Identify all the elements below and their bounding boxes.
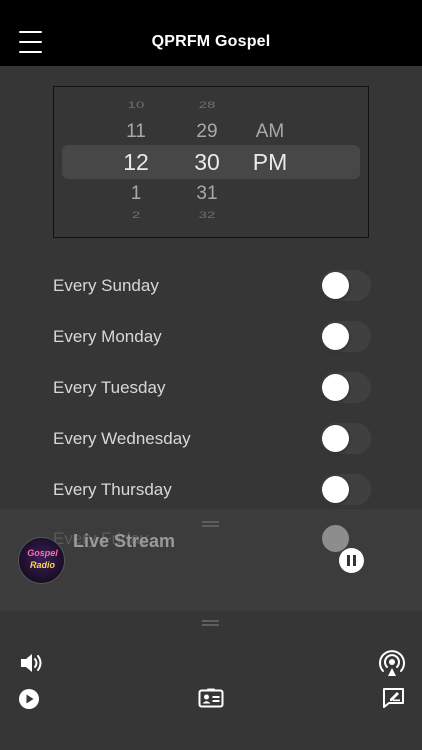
pause-icon[interactable] [339, 548, 364, 573]
minute-option[interactable]: 29 [177, 121, 237, 143]
volume-icon[interactable] [19, 652, 45, 674]
station-logo: Gospel Radio [18, 537, 65, 584]
day-label: Every Thursday [53, 480, 172, 499]
bottom-bar [0, 611, 422, 750]
minute-option[interactable]: 32 [177, 210, 237, 220]
mini-player[interactable]: Every Friday Gospel Radio Live Stream [0, 509, 422, 611]
friday-toggle[interactable] [322, 525, 349, 552]
day-row-wednesday: Every Wednesday [53, 421, 371, 455]
minute-option[interactable]: 31 [177, 183, 237, 205]
minute-selected[interactable]: 30 [177, 149, 237, 176]
wednesday-toggle[interactable] [320, 423, 371, 454]
period-selected[interactable]: PM [240, 149, 300, 176]
hour-option[interactable]: 10 [106, 100, 166, 110]
minute-option[interactable]: 28 [177, 100, 237, 110]
app-screen: QPRFM Gospel 10 11 12 1 2 28 29 30 31 32… [0, 0, 422, 750]
drag-handle-icon[interactable] [202, 521, 219, 527]
day-label: Every Tuesday [53, 378, 166, 397]
thursday-toggle[interactable] [320, 474, 371, 505]
monday-toggle[interactable] [320, 321, 371, 352]
time-picker[interactable]: 10 11 12 1 2 28 29 30 31 32 AM PM [53, 86, 369, 238]
day-row-monday: Every Monday [53, 319, 371, 353]
hour-option[interactable]: 2 [106, 210, 166, 220]
logo-text-line2: Radio [29, 560, 55, 570]
day-label: Every Sunday [53, 276, 159, 295]
stream-title: Live Stream [73, 531, 176, 551]
day-row-sunday: Every Sunday [53, 268, 371, 302]
sunday-toggle[interactable] [320, 270, 371, 301]
feedback-icon[interactable] [382, 687, 405, 709]
day-row-thursday: Every Thursday [53, 472, 371, 506]
hour-option[interactable]: 11 [106, 121, 166, 143]
period-option[interactable]: AM [240, 121, 300, 143]
drag-handle-icon[interactable] [202, 620, 219, 626]
airplay-icon[interactable] [378, 650, 406, 677]
contact-card-icon[interactable] [198, 688, 224, 708]
hour-selected[interactable]: 12 [106, 149, 166, 176]
day-label: Every Wednesday [53, 429, 191, 448]
day-label: Every Monday [53, 327, 162, 346]
day-row-tuesday: Every Tuesday [53, 370, 371, 404]
play-icon[interactable] [18, 688, 40, 710]
header-bar: QPRFM Gospel [0, 0, 422, 66]
page-title: QPRFM Gospel [151, 33, 271, 50]
logo-text-line1: Gospel [27, 548, 58, 558]
tuesday-toggle[interactable] [320, 372, 371, 403]
hour-option[interactable]: 1 [106, 183, 166, 205]
